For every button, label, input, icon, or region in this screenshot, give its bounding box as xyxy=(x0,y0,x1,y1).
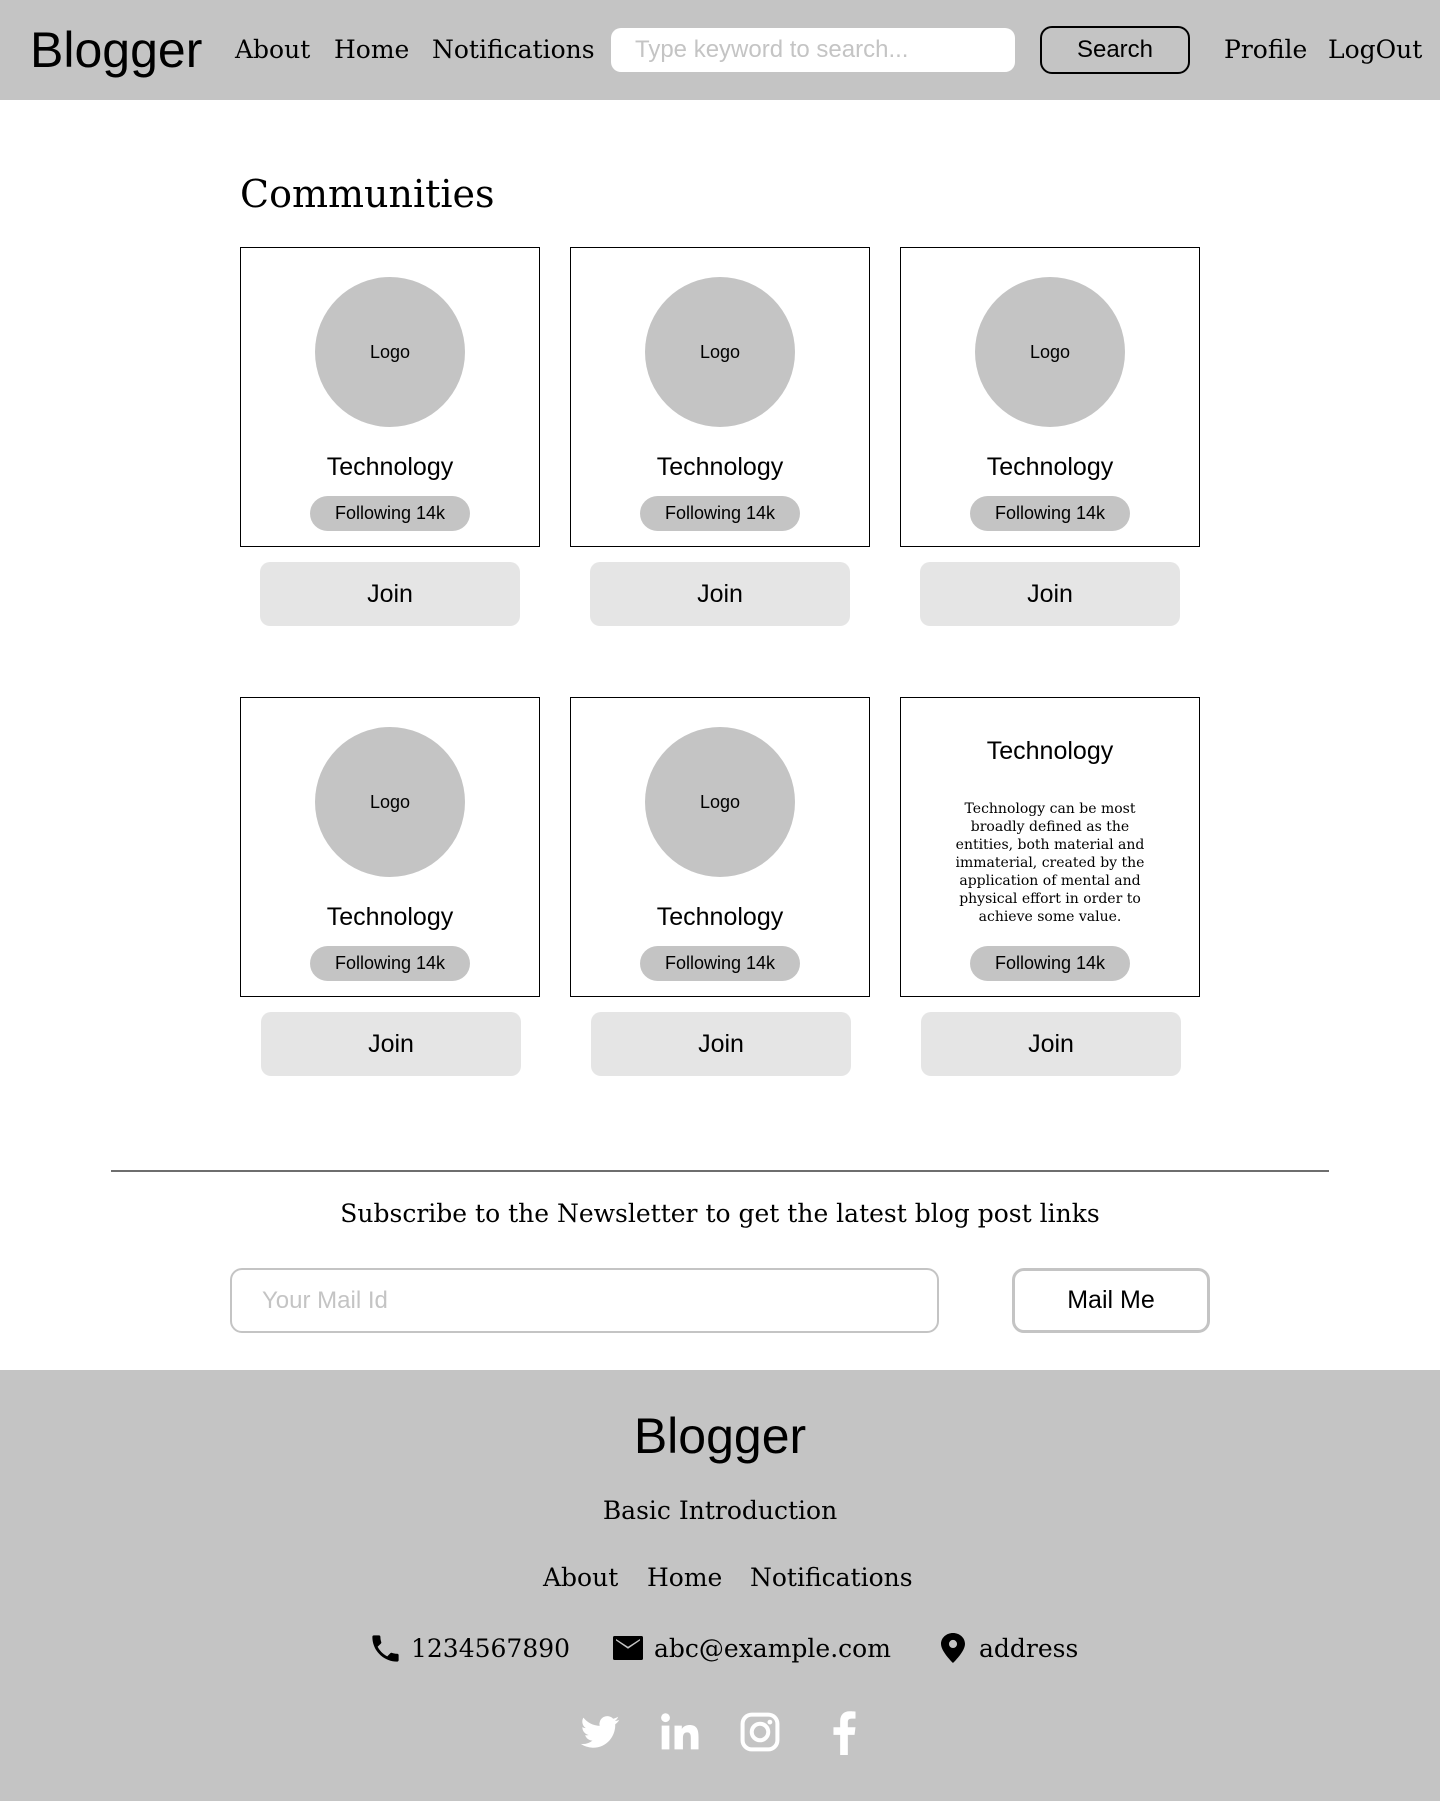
logo-label: Logo xyxy=(369,341,411,362)
community-name: Technology xyxy=(656,903,784,931)
community-card[interactable]: Logo Technology Following 14k xyxy=(570,697,870,997)
community-name: Technology xyxy=(326,903,454,931)
address-text: address xyxy=(979,1633,1079,1663)
following-badge: Following 14k xyxy=(970,496,1130,531)
nav-home[interactable]: Home xyxy=(334,34,409,66)
location-pin-icon xyxy=(941,1633,965,1663)
mail-me-button[interactable]: Mail Me xyxy=(1012,1268,1210,1333)
following-badge: Following 14k xyxy=(310,946,470,981)
community-description: Technology can be most broadly defined a… xyxy=(955,801,1145,925)
join-button[interactable]: Join xyxy=(920,562,1180,626)
footer: Blogger Basic Introduction About Home No… xyxy=(0,1370,1440,1801)
logo-label: Logo xyxy=(369,791,411,812)
footer-intro: Basic Introduction xyxy=(602,1496,838,1525)
nav-logout[interactable]: LogOut xyxy=(1328,34,1422,66)
mail-icon xyxy=(613,1636,643,1660)
page-title: Communities xyxy=(240,172,495,216)
contact-address[interactable]: address xyxy=(935,1626,1078,1670)
nav-profile[interactable]: Profile xyxy=(1224,34,1307,66)
following-badge: Following 14k xyxy=(640,496,800,531)
footer-link-about[interactable]: About xyxy=(543,1562,618,1594)
community-name: Technology xyxy=(326,453,454,481)
community-card-expanded[interactable]: Technology Technology can be most broadl… xyxy=(900,697,1200,997)
logo-label: Logo xyxy=(699,791,741,812)
join-button[interactable]: Join xyxy=(260,562,520,626)
newsletter-text: Subscribe to the Newsletter to get the l… xyxy=(340,1199,1100,1228)
search-button[interactable]: Search xyxy=(1040,26,1190,74)
join-button[interactable]: Join xyxy=(591,1012,851,1076)
instagram-icon[interactable] xyxy=(732,1704,788,1760)
following-badge: Following 14k xyxy=(310,496,470,531)
community-logo: Logo xyxy=(975,277,1125,427)
linkedin-icon[interactable] xyxy=(652,1704,708,1760)
community-logo: Logo xyxy=(315,277,465,427)
footer-link-notifications[interactable]: Notifications xyxy=(750,1562,913,1594)
brand-logo[interactable]: Blogger xyxy=(30,20,202,80)
following-badge: Following 14k xyxy=(970,946,1130,981)
join-button[interactable]: Join xyxy=(921,1012,1181,1076)
logo-label: Logo xyxy=(1029,341,1071,362)
community-card[interactable]: Logo Technology Following 14k xyxy=(570,247,870,547)
community-name: Technology xyxy=(656,453,784,481)
contact-email[interactable]: abc@example.com xyxy=(610,1626,891,1670)
phone-icon xyxy=(372,1634,399,1662)
footer-brand: Blogger xyxy=(633,1408,807,1464)
community-logo: Logo xyxy=(315,727,465,877)
join-button[interactable]: Join xyxy=(261,1012,521,1076)
join-button[interactable]: Join xyxy=(590,562,850,626)
search-input[interactable] xyxy=(611,28,1015,72)
footer-link-home[interactable]: Home xyxy=(647,1562,722,1594)
community-name: Technology xyxy=(986,737,1114,765)
nav-about[interactable]: About xyxy=(235,34,310,66)
twitter-icon[interactable] xyxy=(572,1704,628,1760)
following-badge: Following 14k xyxy=(640,946,800,981)
logo-label: Logo xyxy=(699,341,741,362)
facebook-icon[interactable] xyxy=(816,1704,872,1760)
community-card[interactable]: Logo Technology Following 14k xyxy=(240,247,540,547)
email-address: abc@example.com xyxy=(654,1633,891,1663)
community-card[interactable]: Logo Technology Following 14k xyxy=(240,697,540,997)
contact-phone[interactable]: 1234567890 xyxy=(368,1626,570,1670)
community-logo: Logo xyxy=(645,277,795,427)
community-card[interactable]: Logo Technology Following 14k xyxy=(900,247,1200,547)
top-navbar: Blogger About Home Notifications Search … xyxy=(0,0,1440,100)
nav-notifications[interactable]: Notifications xyxy=(432,34,595,66)
email-field[interactable] xyxy=(230,1268,939,1333)
community-logo: Logo xyxy=(645,727,795,877)
phone-number: 1234567890 xyxy=(411,1633,571,1663)
community-name: Technology xyxy=(986,453,1114,481)
section-divider xyxy=(111,1170,1329,1172)
